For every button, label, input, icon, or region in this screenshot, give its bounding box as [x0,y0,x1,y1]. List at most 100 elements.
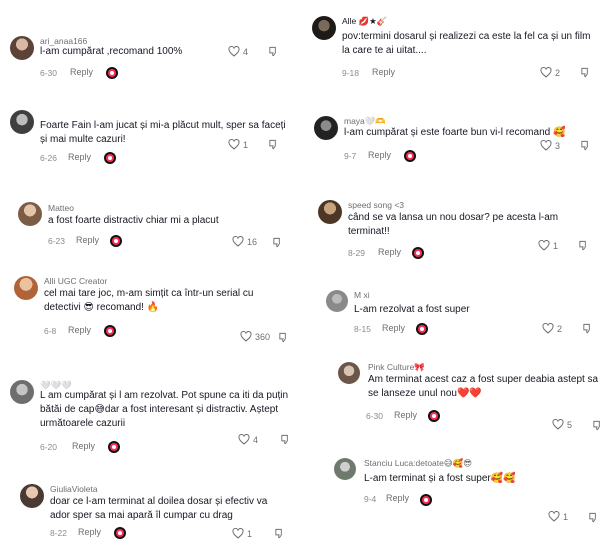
reply-button[interactable]: Reply [76,235,99,245]
comment-date: 8-29 [348,248,366,258]
like-button[interactable]: 2 [540,67,560,78]
comment-item: Pink Culture🎀 Am terminat acest caz a fo… [338,362,606,431]
comment-date: 6-8 [44,326,57,336]
comment-username[interactable]: M xi [354,290,370,300]
like-button[interactable]: 1 [232,528,252,539]
creator-avatar-icon [108,441,120,453]
dislike-icon[interactable] [592,420,603,431]
comment-date: 9-18 [342,68,360,78]
avatar[interactable] [10,36,34,60]
heart-icon [540,140,552,151]
like-button[interactable]: 3 [540,140,560,151]
dislike-icon[interactable] [274,528,285,539]
comment-text: cel mai tare joc, m-am simțit ca într-un… [44,288,254,313]
comment-text: doar ce l-am terminat al doilea dosar și… [50,496,268,521]
comment-date: 8-15 [354,324,372,334]
comment-item: speed song <3 când se va lansa un nou do… [318,200,602,260]
like-button[interactable]: 1 [538,240,558,251]
comment-date: 6-30 [40,68,58,78]
reply-button[interactable]: Reply [368,150,391,160]
dislike-icon[interactable] [280,434,291,445]
dislike-icon[interactable] [588,512,599,523]
avatar[interactable] [312,16,336,40]
creator-avatar-icon [114,527,126,539]
avatar[interactable] [326,290,348,312]
comment-text: când se va lansa un nou dosar? pe acesta… [348,212,559,237]
comment-item: Matteo a fost foarte distractiv chiar mi… [18,202,290,248]
reply-button[interactable]: Reply [386,493,409,503]
like-button[interactable]: 4 [238,434,258,445]
reply-button[interactable]: Reply [378,247,401,257]
comment-item: GiuliaVioleta doar ce l-am terminat al d… [20,484,295,542]
comment-text: Am terminat acest caz a fost super deabi… [368,374,599,399]
comment-text: L am cumpărat și l am rezolvat. Pot spun… [40,390,289,429]
dislike-icon[interactable] [582,323,593,334]
reply-button[interactable]: Reply [68,325,91,335]
dislike-icon[interactable] [580,67,591,78]
comment-text: L-am rezolvat a fost super [354,304,470,315]
comment-text: l-am cumpărat ,recomand 100% [40,46,183,57]
reply-button[interactable]: Reply [70,67,93,77]
creator-avatar-icon [420,494,432,506]
avatar[interactable] [314,116,338,140]
like-button[interactable]: 1 [228,139,248,150]
like-count: 4 [253,434,259,445]
comment-username[interactable]: speed song <3 [348,200,404,210]
dislike-icon[interactable] [272,237,283,248]
avatar[interactable] [10,110,34,134]
comment-username[interactable]: Alle 💋★🎸 [342,16,387,27]
like-count: 2 [555,67,561,78]
like-count: 1 [553,240,559,251]
comment-username[interactable]: Stanciu Luca:detoate😅🥰😎 [364,458,472,469]
avatar[interactable] [18,202,42,226]
like-count: 360 [255,331,271,342]
comment-date: 6-30 [366,411,384,421]
like-count: 1 [243,139,249,150]
reply-button[interactable]: Reply [68,152,91,162]
heart-icon [232,236,244,247]
heart-icon [238,434,250,445]
heart-icon [548,511,560,522]
like-button[interactable]: 1 [548,511,568,522]
like-count: 2 [557,323,563,334]
comment-item: Alle 💋★🎸 pov:termini dosarul și realizez… [312,16,602,80]
comment-username[interactable]: Alli UGC Creator [44,276,107,286]
comment-item: Foarte Fain l-am jucat și mi-a plăcut mu… [10,110,290,166]
like-count: 1 [563,511,569,522]
comment-username[interactable]: GiuliaVioleta [50,484,98,494]
avatar[interactable] [318,200,342,224]
reply-button[interactable]: Reply [72,441,95,451]
like-button[interactable]: 16 [232,236,257,247]
reply-button[interactable]: Reply [382,323,405,333]
dislike-icon[interactable] [578,240,589,251]
avatar[interactable] [20,484,44,508]
comment-item: maya🤍🫶 l-am cumpărat și este foarte bun … [314,116,602,164]
comment-text: pov:termini dosarul și realizezi ca este… [342,31,591,56]
avatar[interactable] [10,380,34,404]
like-count: 3 [555,140,561,151]
like-count: 1 [247,528,253,539]
like-button[interactable]: 5 [552,419,572,430]
dislike-icon[interactable] [580,140,591,151]
avatar[interactable] [338,362,360,384]
dislike-icon[interactable] [268,46,279,57]
comment-date: 8-22 [50,528,68,538]
heart-icon [232,528,244,539]
reply-button[interactable]: Reply [372,67,395,77]
like-button[interactable]: 4 [228,46,248,57]
comment-username[interactable]: Matteo [48,203,74,213]
comment-date: 6-20 [40,442,58,452]
comment-item: Stanciu Luca:detoate😅🥰😎 L-am terminat și… [334,458,606,528]
creator-avatar-icon [404,150,416,162]
comment-item: ari_anaa166 l-am cumpărat ,recomand 100%… [10,36,290,80]
comment-username[interactable]: Pink Culture🎀 [368,362,425,373]
like-button[interactable]: 2 [542,323,562,334]
dislike-icon[interactable] [278,332,289,343]
comment-item: 🤍🤍🤍 L am cumpărat și l am rezolvat. Pot … [10,380,295,454]
reply-button[interactable]: Reply [78,527,101,537]
avatar[interactable] [14,276,38,300]
reply-button[interactable]: Reply [394,410,417,420]
dislike-icon[interactable] [268,139,279,150]
like-button[interactable]: 360 [240,331,270,342]
avatar[interactable] [334,458,356,480]
